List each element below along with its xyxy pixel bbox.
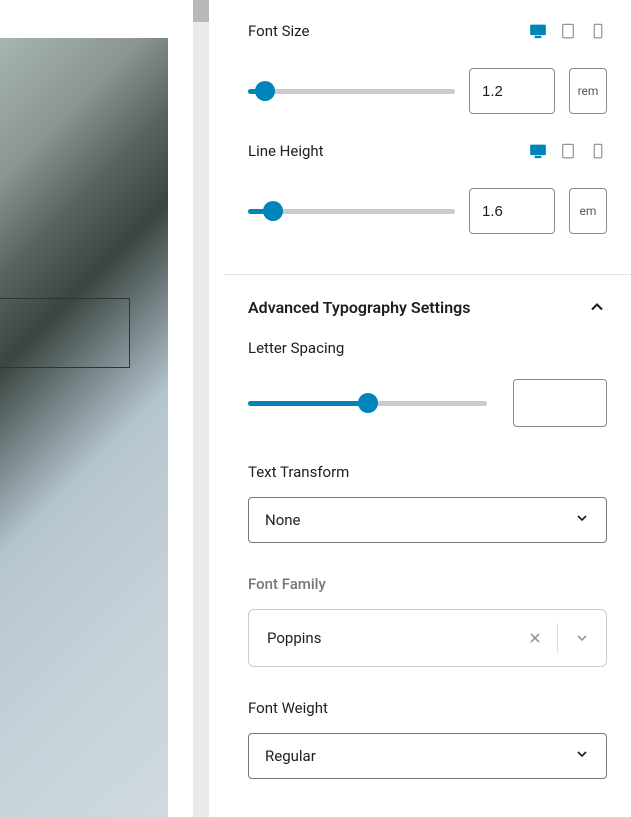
letter-spacing-group: Letter Spacing — [224, 339, 631, 463]
font-weight-group: Font Weight Regular — [224, 699, 631, 789]
line-height-unit[interactable]: em — [569, 188, 607, 234]
font-weight-label: Font Weight — [248, 699, 607, 717]
font-size-input[interactable] — [469, 68, 555, 114]
device-toggles-fontsize — [529, 22, 607, 40]
letter-spacing-label: Letter Spacing — [248, 339, 607, 357]
chevron-down-icon — [574, 746, 590, 766]
font-size-slider[interactable] — [248, 81, 455, 101]
tablet-icon[interactable] — [559, 22, 577, 40]
clear-icon[interactable] — [513, 630, 557, 646]
font-family-combobox[interactable]: Poppins — [248, 609, 607, 667]
select-value: Regular — [265, 747, 316, 765]
combo-value: Poppins — [267, 629, 513, 647]
slider-thumb[interactable] — [255, 81, 275, 101]
line-height-input[interactable] — [469, 188, 555, 234]
tablet-icon[interactable] — [559, 142, 577, 160]
font-weight-select[interactable]: Regular — [248, 733, 607, 779]
preview-image — [0, 38, 168, 817]
line-height-slider[interactable] — [248, 201, 455, 221]
font-size-label: Font Size — [248, 22, 309, 40]
slider-fill — [248, 401, 368, 406]
chevron-up-icon — [587, 297, 607, 317]
text-transform-group: Text Transform None — [224, 463, 631, 575]
line-height-label: Line Height — [248, 142, 324, 160]
slider-thumb[interactable] — [263, 201, 283, 221]
device-toggles-lineheight — [529, 142, 607, 160]
scrollbar-track[interactable] — [193, 0, 209, 817]
preview-pane — [0, 0, 168, 817]
scrollbar-thumb[interactable] — [193, 0, 209, 22]
preview-selection-box[interactable] — [0, 298, 130, 368]
slider-thumb[interactable] — [358, 393, 378, 413]
letter-spacing-slider[interactable] — [248, 393, 487, 413]
mobile-icon[interactable] — [589, 22, 607, 40]
section-title: Advanced Typography Settings — [248, 298, 470, 317]
desktop-icon[interactable] — [529, 142, 547, 160]
chevron-down-icon — [574, 510, 590, 530]
select-value: None — [265, 511, 301, 529]
text-transform-label: Text Transform — [248, 463, 607, 481]
letter-spacing-input[interactable] — [513, 379, 607, 427]
font-size-unit[interactable]: rem — [569, 68, 607, 114]
chevron-down-icon[interactable] — [558, 630, 606, 646]
font-family-label: Font Family — [248, 575, 607, 593]
text-transform-select[interactable]: None — [248, 497, 607, 543]
mobile-icon[interactable] — [589, 142, 607, 160]
font-size-group: Font Size rem — [224, 22, 631, 142]
settings-panel: Font Size rem — [224, 0, 631, 817]
font-family-group: Font Family Poppins — [224, 575, 631, 699]
advanced-typography-header[interactable]: Advanced Typography Settings — [224, 275, 631, 339]
desktop-icon[interactable] — [529, 22, 547, 40]
line-height-group: Line Height em — [224, 142, 631, 262]
